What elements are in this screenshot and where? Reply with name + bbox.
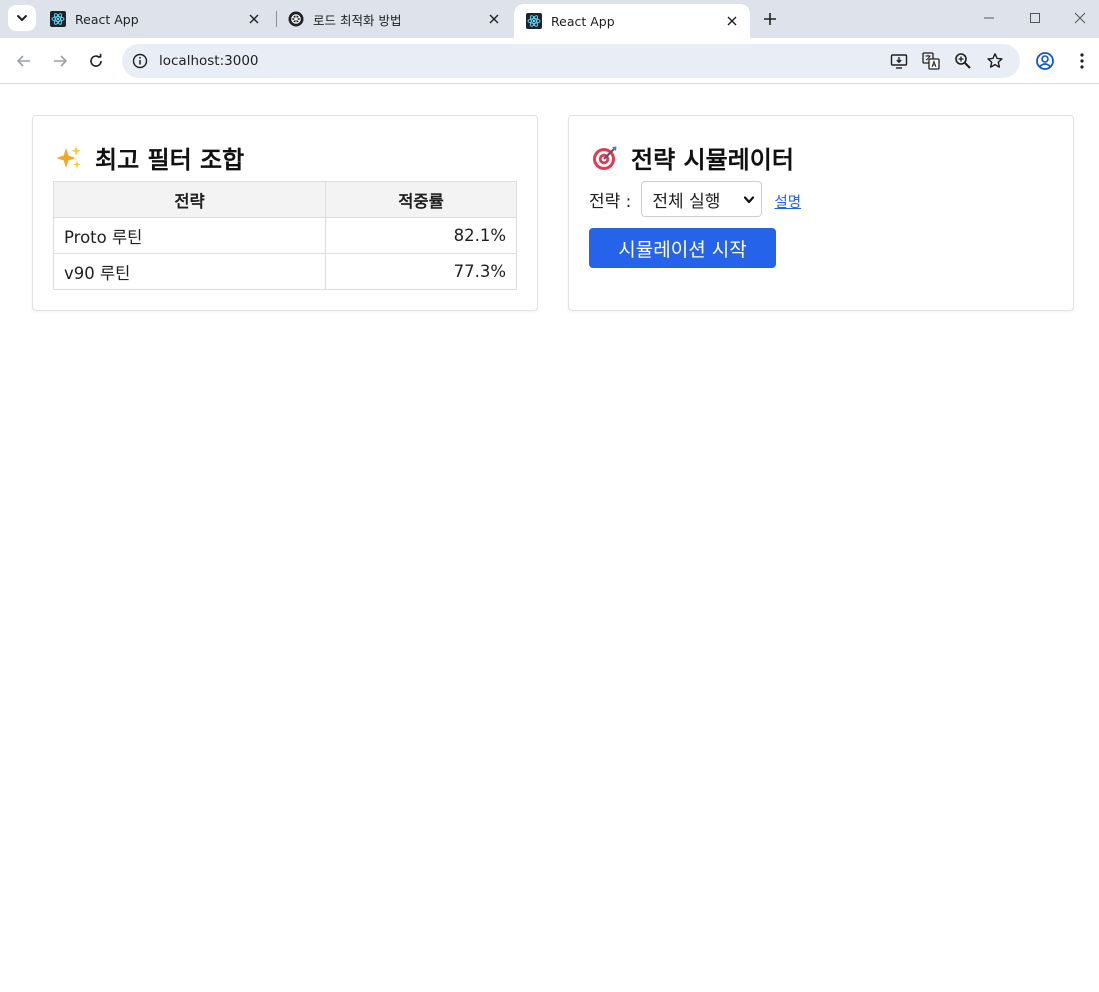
simulator-card-title-text: 전략 시뮬레이터 [631,146,794,174]
cell-strategy: Proto 루틴 [53,217,326,254]
new-tab-button[interactable] [760,9,780,29]
filter-card-title-text: 최고 필터 조합 [95,146,245,174]
strategy-select[interactable]: 전체 실행 [641,181,763,217]
openai-icon [288,11,304,27]
install-icon [890,54,908,69]
react-icon [526,13,542,29]
forward-button[interactable] [50,51,70,71]
reload-button[interactable] [86,51,106,71]
translate-icon [922,52,940,70]
tab-title: React App [551,13,615,29]
react-icon [50,11,66,27]
zoom-button[interactable] [953,51,973,71]
reload-icon [90,53,102,67]
strategy-label: 전략 : [589,191,632,212]
maximize-icon [1030,13,1040,23]
tab-load-optimization[interactable]: 로드 최적화 방법 [276,4,512,34]
profile-button[interactable] [1035,51,1055,71]
tab-strip: React App 로드 최적화 방법 React App [0,0,1099,38]
arrow-left-icon [16,55,30,67]
install-app-button[interactable] [889,51,909,71]
sparkles-icon [56,145,81,168]
help-link[interactable]: 설명 [774,191,801,212]
tab-search-button[interactable] [8,5,36,31]
menu-button[interactable] [1072,51,1092,71]
window-close-button[interactable] [1070,8,1090,28]
back-button[interactable] [14,51,34,71]
maximize-button[interactable] [1025,8,1045,28]
table-row: Proto 루틴 82.1% [53,217,517,254]
cell-strategy: v90 루틴 [53,253,326,290]
close-icon [1074,12,1086,24]
translate-button[interactable] [921,51,941,71]
tab-title: React App [75,11,139,27]
plus-icon [764,13,776,25]
minimize-button[interactable] [979,8,999,28]
target-icon [593,146,617,170]
close-icon[interactable] [246,11,262,27]
filter-combination-card: 최고 필터 조합 전략 적중률 Proto 루틴 82.1% v90 루틴 77… [32,115,538,311]
minimize-icon [984,17,994,19]
tab-react-app-1[interactable]: React App [38,4,272,34]
tab-react-app-active[interactable]: React App [514,4,750,38]
chevron-down-icon [17,15,27,21]
address-bar[interactable]: localhost:3000 [122,44,1020,78]
arrow-right-icon [54,55,68,67]
close-icon[interactable] [724,13,740,29]
browser-toolbar: localhost:3000 [0,38,1099,84]
strategy-selector-row: 전략 : 전체 실행 설명 [589,181,801,217]
start-simulation-button[interactable]: 시뮬레이션 시작 [589,228,776,268]
star-icon [987,53,1003,68]
bookmark-button[interactable] [985,51,1005,71]
more-vert-icon [1080,53,1084,69]
filter-results-table: 전략 적중률 Proto 루틴 82.1% v90 루틴 77.3% [53,181,517,290]
cell-hit-rate: 82.1% [325,217,517,254]
column-header-hit-rate: 적중률 [325,181,517,218]
close-icon[interactable] [486,11,502,27]
filter-card-title: 최고 필터 조합 [55,140,244,175]
cell-hit-rate: 77.3% [325,253,517,290]
zoom-in-icon [955,53,971,69]
url-text[interactable]: localhost:3000 [159,53,259,69]
strategy-simulator-card: 전략 시뮬레이터 전략 : 전체 실행 설명 시뮬레이션 시작 [568,115,1074,311]
table-row: v90 루틴 77.3% [53,253,517,290]
profile-icon [1036,52,1054,70]
chevron-down-icon [744,196,755,204]
column-header-strategy: 전략 [53,181,326,218]
strategy-select-value: 전체 실행 [652,191,721,212]
info-icon[interactable] [132,53,148,69]
tab-title: 로드 최적화 방법 [313,12,402,28]
table-header-row: 전략 적중률 [53,181,517,218]
page-content: 최고 필터 조합 전략 적중률 Proto 루틴 82.1% v90 루틴 77… [0,85,1099,992]
simulator-card-title: 전략 시뮬레이터 [591,140,794,175]
